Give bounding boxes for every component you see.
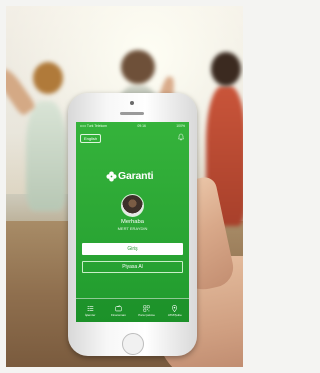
tab-para-cekme[interactable]: Para Çekme [133,299,161,322]
carrier-text: ••••• Turk Telekom [80,124,107,128]
tab-label: Finansman [110,313,126,318]
person-left [26,101,66,211]
market-button[interactable]: Piyasa Al [82,261,183,273]
greeting-text: Merhaba [121,219,144,225]
tab-finansman[interactable]: Finansman [104,299,132,322]
smartphone: ••••• Turk Telekom 09:16 100% English Ga… [68,93,197,356]
login-button[interactable]: Giriş [82,243,183,255]
person-center-head [121,50,155,84]
photo-frame: ••••• Turk Telekom 09:16 100% English Ga… [0,0,249,373]
earpiece-speaker [120,112,144,115]
bell-icon[interactable] [178,133,184,141]
bottom-tab-bar: İşlemler Finansman Para Çekme ATM/Şube [76,298,189,322]
status-bar: ••••• Turk Telekom 09:16 100% [76,123,189,129]
app-screen: ••••• Turk Telekom 09:16 100% English Ga… [76,122,189,322]
list-icon [87,305,93,311]
location-pin-icon [172,304,178,312]
tab-islemler[interactable]: İşlemler [76,299,104,322]
wallet-icon [115,305,122,311]
battery-text: 100% [176,124,185,128]
tab-label: Para Çekme [138,313,155,318]
beach-background-photo: ••••• Turk Telekom 09:16 100% English Ga… [6,6,243,367]
person-left-head [33,62,63,94]
time-text: 09:16 [137,124,146,128]
qr-icon [143,305,150,312]
clover-logo-icon [106,170,117,182]
tab-label: İşlemler [84,313,96,318]
front-camera [130,101,134,105]
language-button[interactable]: English [80,134,102,143]
garanti-logo: Garanti [106,170,154,182]
user-name: MERT ERAYDIN [117,226,148,231]
avatar[interactable] [121,194,144,217]
tab-atm-sube[interactable]: ATM/Şube [161,299,189,322]
tab-label: ATM/Şube [167,313,182,318]
logo-text: Garanti [118,170,154,182]
home-button[interactable] [122,333,144,355]
person-right-head [211,52,241,86]
